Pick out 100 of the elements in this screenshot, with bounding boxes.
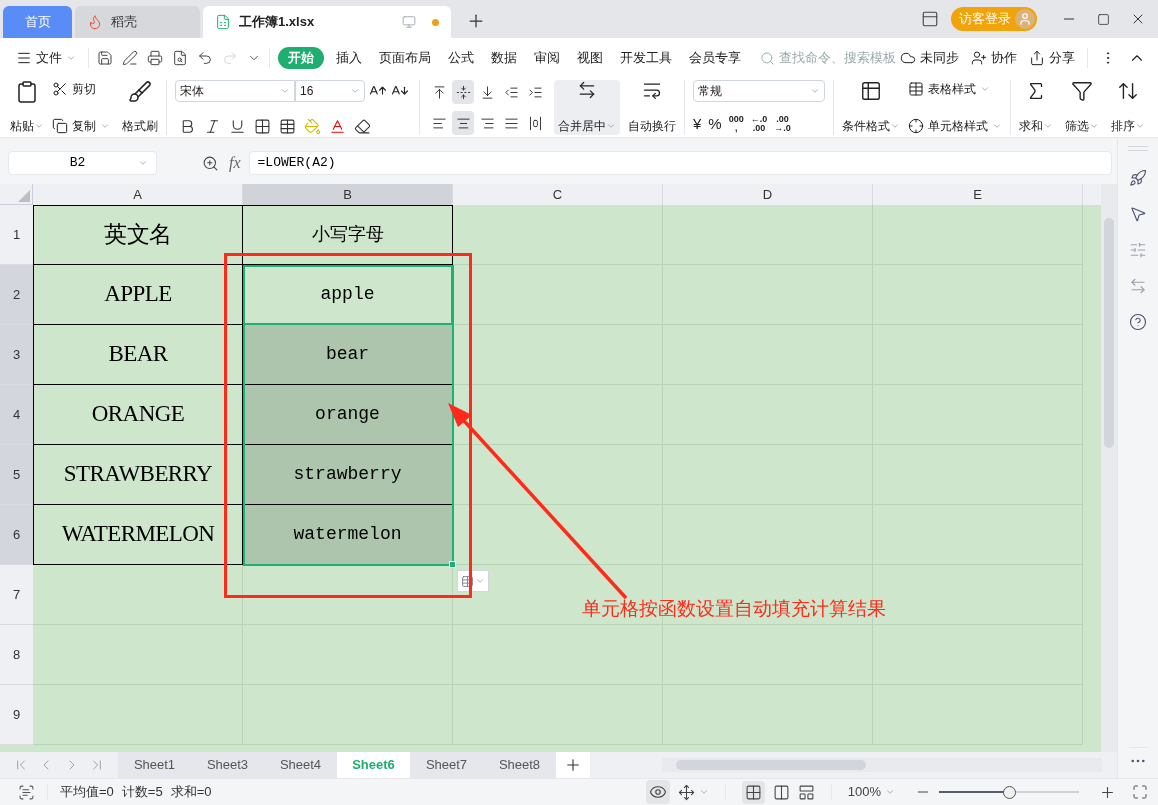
editing-button[interactable]: 排序 bbox=[1111, 80, 1145, 135]
editing-button[interactable]: 求和 bbox=[1019, 80, 1053, 135]
dropdown-caret-icon bbox=[280, 86, 290, 96]
column-header[interactable]: D bbox=[663, 184, 873, 205]
ribbon-tab[interactable]: 页面布局 bbox=[379, 48, 431, 68]
conditional-format-button[interactable]: 条件格式 bbox=[842, 80, 900, 135]
fill-handle[interactable] bbox=[449, 561, 456, 568]
zoom-slider[interactable] bbox=[939, 785, 1079, 799]
decimal-button[interactable]: .00 →.0 bbox=[774, 114, 791, 133]
print-icon[interactable] bbox=[147, 50, 163, 66]
document-tab[interactable]: 工作簿1.xlsx bbox=[203, 6, 451, 38]
ribbon-tab[interactable]: 审阅 bbox=[534, 48, 560, 68]
sheet-tab[interactable]: Sheet1 bbox=[118, 752, 191, 778]
copy-button[interactable]: 复制 bbox=[52, 117, 110, 135]
table-style-button[interactable]: 表格样式 bbox=[908, 80, 1002, 98]
toolbar-action[interactable]: 协作 bbox=[971, 48, 1017, 68]
dropdown-caret-icon bbox=[885, 787, 895, 797]
name-box[interactable]: B2 bbox=[8, 151, 157, 175]
slider-thumb[interactable] bbox=[1003, 785, 1016, 799]
undo-icon[interactable] bbox=[197, 50, 213, 66]
eye-protection-button[interactable] bbox=[645, 780, 670, 804]
vertical-scrollbar[interactable] bbox=[1101, 184, 1117, 752]
add-sheet-icon[interactable] bbox=[564, 756, 582, 774]
column-header[interactable]: E bbox=[873, 184, 1083, 205]
ribbon-tab[interactable]: 插入 bbox=[336, 48, 362, 68]
page-layout-icon[interactable] bbox=[797, 783, 815, 801]
document-tab[interactable]: 稻壳 bbox=[75, 6, 200, 38]
italic-icon[interactable] bbox=[204, 118, 221, 135]
dropdown-caret-icon bbox=[810, 86, 820, 96]
format-painter-button[interactable]: 格式刷 bbox=[122, 80, 158, 135]
row-header[interactable]: 6 bbox=[0, 505, 33, 565]
row-header[interactable]: 4 bbox=[0, 385, 33, 445]
column-header[interactable]: C bbox=[453, 184, 663, 205]
table-style-icon bbox=[908, 81, 924, 97]
add-user-icon bbox=[971, 50, 987, 66]
fill-color-icon[interactable] bbox=[304, 118, 321, 135]
decimal-button[interactable]: ←.0 .00 bbox=[750, 114, 768, 133]
ribbon-tab[interactable]: 公式 bbox=[448, 48, 474, 68]
sliders-icon[interactable] bbox=[1129, 241, 1147, 259]
align-middle-icon[interactable] bbox=[452, 80, 474, 104]
row-header[interactable]: 9 bbox=[0, 685, 33, 745]
column-header[interactable]: B bbox=[243, 184, 453, 205]
dropdown-caret-icon bbox=[698, 787, 709, 797]
help-icon[interactable] bbox=[1129, 313, 1147, 331]
row-header[interactable]: 5 bbox=[0, 445, 33, 505]
toolbar-action[interactable]: 分享 bbox=[1029, 48, 1075, 68]
row-header[interactable]: 7 bbox=[0, 565, 33, 625]
number-format-field[interactable]: 常规 bbox=[693, 80, 825, 102]
sheet-tab[interactable]: Sheet4 bbox=[264, 752, 337, 778]
sheet-tab[interactable]: Sheet7 bbox=[410, 752, 483, 778]
edit-icon[interactable] bbox=[122, 50, 138, 66]
ribbon-tab[interactable]: 数据 bbox=[491, 48, 517, 68]
borders-icon[interactable] bbox=[254, 118, 271, 135]
file-menu[interactable]: 文件 bbox=[16, 48, 80, 68]
ribbon-tab[interactable]: 视图 bbox=[577, 48, 603, 68]
cursor-icon[interactable] bbox=[1129, 205, 1147, 223]
row-header[interactable]: 1 bbox=[0, 205, 33, 265]
row-header[interactable]: 8 bbox=[0, 625, 33, 685]
maximize-icon[interactable] bbox=[1097, 12, 1110, 26]
function-button[interactable]: fx bbox=[229, 151, 241, 175]
row-header[interactable]: 2 bbox=[0, 265, 33, 325]
cell-style-button[interactable]: 单元格样式 bbox=[908, 117, 1002, 135]
merge-center-button[interactable]: 合并居中 bbox=[554, 80, 620, 135]
row-header[interactable]: 3 bbox=[0, 325, 33, 385]
zoom-icon[interactable] bbox=[202, 154, 219, 172]
font-color-icon[interactable] bbox=[329, 118, 346, 135]
underline-icon[interactable] bbox=[229, 118, 246, 135]
print-preview-icon[interactable] bbox=[172, 50, 188, 66]
zoom-level[interactable]: 100% bbox=[847, 782, 895, 802]
wrap-text-button[interactable]: 自动换行 bbox=[628, 80, 676, 135]
paste-button[interactable]: 粘贴 bbox=[10, 80, 44, 135]
number-format-button[interactable]: % bbox=[708, 112, 722, 135]
rocket-icon[interactable] bbox=[1129, 169, 1147, 187]
font-name-field[interactable]: 宋体 bbox=[175, 80, 295, 102]
eraser-icon[interactable] bbox=[354, 118, 371, 135]
align-center-icon[interactable] bbox=[452, 111, 474, 135]
toolbar-action[interactable]: 未同步 bbox=[900, 48, 959, 68]
table-cell: strawberry bbox=[243, 445, 453, 505]
formula-field[interactable]: =LOWER(A2) bbox=[248, 151, 1112, 175]
ribbon-tab[interactable]: 开发工具 bbox=[620, 48, 672, 68]
status-stat: 计数=5 bbox=[121, 783, 163, 802]
status-stat: 求和=0 bbox=[170, 783, 212, 802]
window-count-icon[interactable] bbox=[921, 10, 939, 28]
font-size-field[interactable]: 16 bbox=[295, 80, 365, 102]
macro-icon[interactable] bbox=[18, 783, 35, 801]
sheet-tab[interactable]: Sheet3 bbox=[191, 752, 264, 778]
copy-icon bbox=[52, 118, 68, 134]
cell-pattern-icon[interactable] bbox=[279, 118, 296, 135]
normal-view-button[interactable] bbox=[741, 780, 765, 804]
table-cell: 小写字母 bbox=[243, 205, 453, 265]
cut-button[interactable]: 剪切 bbox=[52, 80, 110, 98]
focus-mode-button[interactable] bbox=[677, 783, 709, 801]
sheet-tab[interactable]: Sheet8 bbox=[483, 752, 556, 778]
page-break-view-icon[interactable] bbox=[772, 783, 790, 801]
horizontal-scrollbar[interactable] bbox=[662, 758, 1102, 772]
save-icon[interactable] bbox=[97, 50, 113, 66]
ribbon-tab[interactable]: 会员专享 bbox=[689, 48, 741, 68]
decimal-button[interactable]: 000 , bbox=[728, 114, 744, 133]
editing-button[interactable]: 筛选 bbox=[1065, 80, 1099, 135]
number-format-button[interactable]: ¥ bbox=[693, 112, 702, 135]
